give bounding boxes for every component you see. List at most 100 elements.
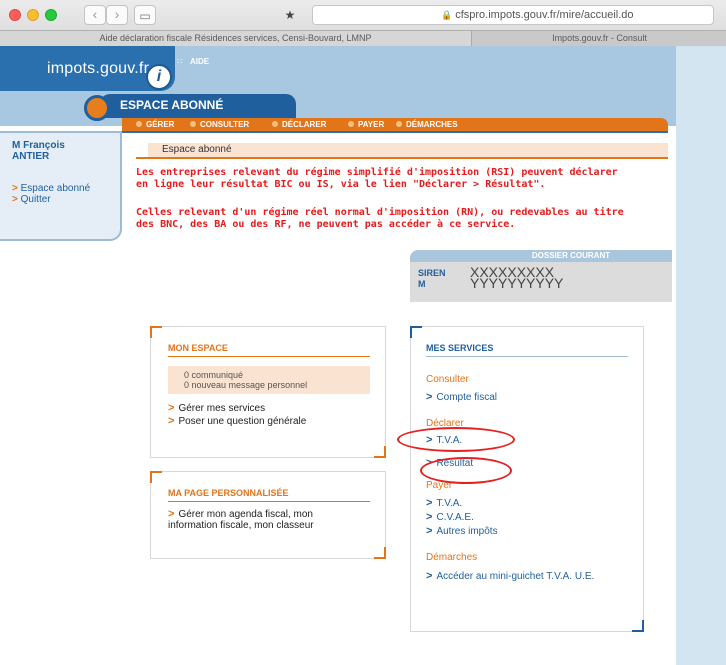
menu-declarer[interactable]: DÉCLARER <box>272 118 326 131</box>
bookmark-button[interactable]: ★ <box>282 5 298 25</box>
payer-tva-link[interactable]: > T.V.A. <box>426 497 462 509</box>
chevron-right-icon: > <box>168 508 175 520</box>
breadcrumb: Espace abonné <box>148 143 668 157</box>
chevron-right-icon: > <box>12 183 18 194</box>
chevron-right-icon: > <box>168 415 175 427</box>
chevron-right-icon: > <box>168 402 175 414</box>
mes-services-title: MES SERVICES <box>426 343 494 353</box>
box-corner <box>150 471 162 483</box>
user-sidebar: M François ANTIER > Espace abonné > Quit… <box>0 131 122 241</box>
menu-consulter-label: CONSULTER <box>200 120 250 129</box>
notice-rsi-line1: Les entreprises relevant du régime simpl… <box>136 167 618 178</box>
sidebar-icon: ▭ <box>139 9 151 23</box>
menu-demarches-label: DÉMARCHES <box>406 120 458 129</box>
close-window-button[interactable] <box>9 9 21 21</box>
breadcrumb-underline <box>136 157 668 159</box>
annotation-circle-tva <box>397 427 515 452</box>
bullet-icon <box>272 121 278 127</box>
link-label: T.V.A. <box>436 498 463 509</box>
menu-consulter[interactable]: CONSULTER <box>190 118 249 131</box>
bullet-icon <box>136 121 142 127</box>
lock-icon: 🔒 <box>441 10 453 20</box>
address-bar[interactable]: 🔒 cfspro.impots.gouv.fr/mire/accueil.do <box>312 5 714 25</box>
tab-impots-consult[interactable]: Impots.gouv.fr - Consult <box>473 31 726 46</box>
agenda-fiscal-link[interactable]: > Gérer mon agenda fiscal, mon information… <box>168 508 314 532</box>
m-value: YYYYYYYYYY <box>470 275 564 291</box>
link-label-line1: Gérer mon agenda fiscal, mon <box>178 509 313 520</box>
poser-question-link[interactable]: > Poser une question générale <box>168 415 306 427</box>
chevron-right-icon: > <box>426 511 433 523</box>
back-icon: ‹ <box>92 6 98 22</box>
chevron-right-icon: > <box>426 570 433 582</box>
siren-label: SIREN <box>418 268 446 278</box>
link-label: Compte fiscal <box>436 392 498 403</box>
forward-icon: › <box>114 6 120 22</box>
box-corner <box>410 326 422 338</box>
main-menu: GÉRER CONSULTER DÉCLARER PAYER DÉMARCHES <box>122 118 668 131</box>
menu-declarer-label: DÉCLARER <box>282 120 327 129</box>
bullet-icon <box>190 121 196 127</box>
star-icon: ★ <box>284 8 296 22</box>
sidebar-item-label: Quitter <box>20 194 51 205</box>
divider <box>426 356 628 357</box>
demarches-label: Démarches <box>426 552 478 563</box>
user-name-line1: M François <box>12 140 65 151</box>
link-label: Gérer mes services <box>178 403 266 414</box>
sidebar-item-espace-abonne[interactable]: > Espace abonné <box>12 183 90 194</box>
divider <box>168 356 370 357</box>
link-label: Autres impôts <box>436 526 498 537</box>
espace-dot-icon <box>84 95 110 121</box>
menu-demarches[interactable]: DÉMARCHES <box>396 118 458 131</box>
sidebar-item-quitter[interactable]: > Quitter <box>12 194 51 205</box>
link-label: Accéder au mini-guichet T.V.A. U.E. <box>436 571 595 582</box>
box-corner <box>632 620 644 632</box>
chevron-right-icon: > <box>426 497 433 509</box>
logo-mark-icon: i <box>146 64 172 90</box>
page-right-margin <box>676 46 726 665</box>
user-name: M François ANTIER <box>12 140 65 162</box>
menu-gerer[interactable]: GÉRER <box>136 118 174 131</box>
tab-bar: Aide déclaration fiscale Résidences serv… <box>0 30 726 46</box>
payer-cvae-link[interactable]: > C.V.A.E. <box>426 511 474 523</box>
link-label: C.V.A.E. <box>436 512 474 523</box>
sidebar-item-label: Espace abonné <box>20 183 91 194</box>
user-name-line2: ANTIER <box>12 151 50 162</box>
menu-payer[interactable]: PAYER <box>348 118 384 131</box>
forward-button[interactable]: › <box>106 5 128 25</box>
url-text: cfspro.impots.gouv.fr/mire/accueil.do <box>455 9 634 21</box>
notice-rn-line2: des BNC, des BA ou des RF, ne peuvent pa… <box>136 219 516 230</box>
chevron-right-icon: > <box>426 525 433 537</box>
box-corner <box>374 446 386 458</box>
chevron-right-icon: > <box>12 194 18 205</box>
ma-page-title: MA PAGE PERSONNALISÉE <box>168 488 289 498</box>
compte-fiscal-link[interactable]: > Compte fiscal <box>426 391 497 403</box>
notice-rn-line1: Celles relevant d'un régime réel normal … <box>136 207 624 218</box>
messages-info: 0 communiqué 0 nouveau message personnel <box>168 366 370 394</box>
zoom-window-button[interactable] <box>45 9 57 21</box>
bullet-icon <box>396 121 402 127</box>
payer-autres-impots-link[interactable]: > Autres impôts <box>426 525 498 537</box>
message-count: 0 nouveau message personnel <box>184 380 308 390</box>
minimize-window-button[interactable] <box>27 9 39 21</box>
mini-guichet-tva-link[interactable]: > Accéder au mini-guichet T.V.A. U.E. <box>426 570 594 582</box>
box-corner <box>374 547 386 559</box>
back-button[interactable]: ‹ <box>84 5 106 25</box>
sidebar-toggle-button[interactable]: ▭ <box>134 5 156 25</box>
menu-underline <box>122 131 668 133</box>
help-icon: ∷ <box>177 57 183 66</box>
m-label: M <box>418 279 426 289</box>
tab-aide-declaration[interactable]: Aide déclaration fiscale Résidences serv… <box>0 31 472 46</box>
dossier-courant: DOSSIER COURANT SIREN XXXXXXXXX M YYYYYY… <box>410 250 672 302</box>
link-label: Poser une question générale <box>178 416 307 427</box>
menu-payer-label: PAYER <box>358 120 385 129</box>
browser-toolbar: ‹ › ▭ ★ 🔒 cfspro.impots.gouv.fr/mire/accu… <box>0 0 726 30</box>
consulter-label: Consulter <box>426 374 469 385</box>
gerer-services-link[interactable]: > Gérer mes services <box>168 402 265 414</box>
logo-text: impots.gouv.fr <box>47 60 150 77</box>
divider <box>168 501 370 502</box>
aide-link[interactable]: AIDE <box>190 57 209 66</box>
notice-rn: Celles relevant d'un régime réel normal … <box>136 207 656 231</box>
web-page: impots.gouv.fr i ∷ AIDE ESPACE ABONNÉ GÉ… <box>0 46 726 665</box>
annotation-circle-resultat <box>420 457 512 484</box>
box-corner <box>150 326 162 338</box>
